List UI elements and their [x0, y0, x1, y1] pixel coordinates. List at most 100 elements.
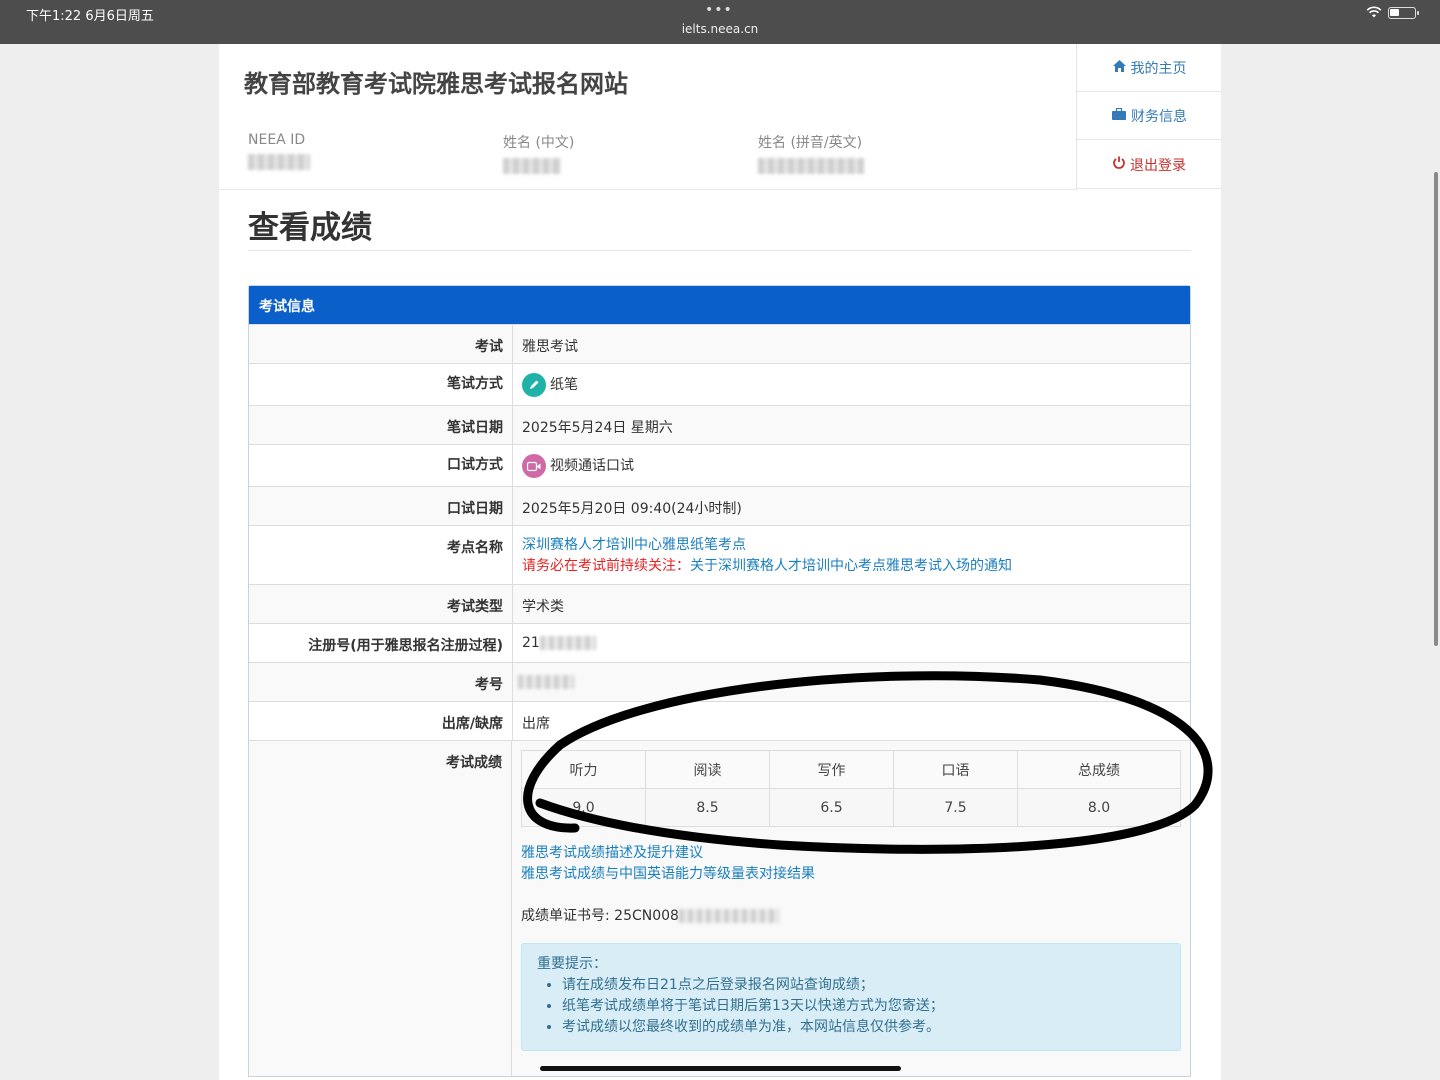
- neea-id-label: NEEA ID: [248, 132, 306, 148]
- address-bar[interactable]: ielts.neea.cn: [0, 22, 1440, 36]
- notice-item: 请在成绩发布日21点之后登录报名网站查询成绩；: [562, 975, 1165, 996]
- score-header-overall: 总成绩: [1017, 750, 1181, 789]
- trf-number: 成绩单证书号: 25CN008: [521, 905, 1181, 925]
- home-icon: [1112, 59, 1126, 76]
- score-value-row: 9.0 8.5 6.5 7.5 8.0: [521, 788, 1181, 827]
- score-header-listening: 听力: [521, 750, 646, 789]
- trf-label: 成绩单证书号: 25CN008: [521, 908, 679, 924]
- briefcase-icon: [1112, 107, 1126, 124]
- pencil-icon: [522, 373, 546, 397]
- row-label: 考点名称: [249, 526, 513, 584]
- row-label: 出席/缺席: [249, 702, 513, 740]
- row-label: 考试成绩: [249, 741, 512, 1076]
- notice-title: 重要提示：: [537, 956, 607, 972]
- center-notice-link[interactable]: 关于深圳赛格人才培训中心考点雅思考试入场的通知: [690, 558, 1012, 574]
- notice-list: 请在成绩发布日21点之后登录报名网站查询成绩； 纸笔考试成绩单将于笔试日期后第1…: [562, 975, 1165, 1038]
- row-speaking-date: 口试日期 2025年5月20日 09:40(24小时制): [249, 486, 1190, 525]
- candidate-no-redacted: [518, 675, 574, 689]
- name-en-value-redacted: [758, 158, 864, 174]
- row-value: 出席: [522, 716, 550, 732]
- score-header-row: 听力 阅读 写作 口语 总成绩: [521, 750, 1181, 789]
- row-value: 雅思考试: [522, 339, 578, 355]
- row-value: 21: [513, 624, 1190, 662]
- page-title: 查看成绩: [248, 210, 372, 246]
- trf-redacted: [678, 909, 779, 923]
- row-exam: 考试 雅思考试: [249, 324, 1190, 363]
- center-warning: 请务必在考试前持续关注：: [522, 558, 690, 574]
- important-notice: 重要提示： 请在成绩发布日21点之后登录报名网站查询成绩； 纸笔考试成绩单将于笔…: [521, 943, 1181, 1051]
- name-cn-label: 姓名 (中文): [503, 135, 575, 151]
- row-result: 考试成绩 听力 阅读 写作 口语 总成绩 9.0 8.5 6.5 7.5 8.0…: [249, 740, 1190, 1076]
- row-written-date: 笔试日期 2025年5月24日 星期六: [249, 405, 1190, 444]
- nav-finance[interactable]: 财务信息: [1077, 92, 1222, 140]
- row-value: 2025年5月24日 星期六: [522, 420, 673, 436]
- more-dots-icon[interactable]: •••: [705, 2, 733, 18]
- nav-finance-label: 财务信息: [1131, 108, 1187, 125]
- nav-home-label: 我的主页: [1130, 60, 1187, 77]
- notice-item: 纸笔考试成绩单将于笔试日期后第13天以快递方式为您寄送；: [562, 996, 1165, 1017]
- row-value: 深圳赛格人才培训中心雅思纸笔考点 请务必在考试前持续关注：关于深圳赛格人才培训中…: [513, 526, 1190, 584]
- written-mode-text: 纸笔: [550, 377, 578, 393]
- score-table: 听力 阅读 写作 口语 总成绩 9.0 8.5 6.5 7.5 8.0: [521, 750, 1181, 827]
- row-value: 听力 阅读 写作 口语 总成绩 9.0 8.5 6.5 7.5 8.0 雅思考试…: [512, 741, 1190, 1076]
- score-description-link[interactable]: 雅思考试成绩描述及提升建议: [521, 845, 703, 861]
- right-nav: 我的主页 财务信息 退出登录: [1076, 44, 1222, 190]
- row-label: 口试方式: [249, 445, 513, 486]
- scrollbar[interactable]: [1434, 172, 1438, 646]
- row-label: 考试: [249, 325, 513, 363]
- reg-no-prefix: 21: [522, 635, 540, 651]
- row-label: 口试日期: [249, 487, 513, 525]
- row-written-mode: 笔试方式 纸笔: [249, 363, 1190, 405]
- row-label: 注册号(用于雅思报名注册过程): [249, 624, 513, 662]
- neea-id-value-redacted: [248, 154, 310, 170]
- row-test-center: 考点名称 深圳赛格人才培训中心雅思纸笔考点 请务必在考试前持续关注：关于深圳赛格…: [249, 525, 1190, 584]
- nav-logout-label: 退出登录: [1130, 157, 1186, 174]
- name-cn-value-redacted: [503, 158, 561, 174]
- score-reading: 8.5: [645, 788, 770, 827]
- score-overall: 8.0: [1017, 788, 1181, 827]
- row-value: [513, 663, 1190, 701]
- notice-item: 考试成绩以您最终收到的成绩单为准，本网站信息仅供参考。: [562, 1017, 1165, 1038]
- home-indicator[interactable]: [540, 1066, 901, 1071]
- row-exam-type: 考试类型 学术类: [249, 584, 1190, 623]
- site-title[interactable]: 教育部教育考试院雅思考试报名网站: [244, 64, 628, 99]
- row-candidate-no: 考号: [249, 662, 1190, 701]
- cse-mapping-link[interactable]: 雅思考试成绩与中国英语能力等级量表对接结果: [521, 866, 815, 882]
- row-value: 2025年5月20日 09:40(24小时制): [522, 501, 742, 517]
- nav-logout[interactable]: 退出登录: [1077, 141, 1222, 189]
- name-en-block: 姓名 (拼音/英文): [758, 132, 864, 174]
- video-call-icon: [522, 454, 546, 478]
- status-bar: 下午1:22 6月6日周五 ••• ielts.neea.cn: [0, 0, 1440, 44]
- reg-no-redacted: [539, 636, 596, 650]
- power-icon: [1113, 156, 1125, 173]
- neea-id-block: NEEA ID: [248, 132, 310, 170]
- row-label: 考号: [249, 663, 513, 701]
- score-listening: 9.0: [521, 788, 646, 827]
- row-label: 考试类型: [249, 585, 513, 623]
- name-en-label: 姓名 (拼音/英文): [758, 135, 863, 151]
- row-value: 纸笔: [513, 364, 1190, 405]
- exam-info-panel: 考试信息 考试 雅思考试 笔试方式 纸笔 笔试日期 2025年5月24日 星期六…: [248, 285, 1191, 1077]
- row-value: 视频通话口试: [513, 445, 1190, 486]
- row-value: 学术类: [522, 599, 564, 615]
- nav-home[interactable]: 我的主页: [1077, 44, 1222, 92]
- speaking-mode-text: 视频通话口试: [550, 458, 634, 474]
- score-speaking: 7.5: [893, 788, 1018, 827]
- score-writing: 6.5: [769, 788, 894, 827]
- row-label: 笔试日期: [249, 406, 513, 444]
- row-registration-no: 注册号(用于雅思报名注册过程) 21: [249, 623, 1190, 662]
- divider: [248, 250, 1191, 251]
- score-header-speaking: 口语: [893, 750, 1018, 789]
- info-table: 考试 雅思考试 笔试方式 纸笔 笔试日期 2025年5月24日 星期六 口试方式: [249, 324, 1190, 1076]
- score-header-writing: 写作: [769, 750, 894, 789]
- score-header-reading: 阅读: [645, 750, 770, 789]
- name-cn-block: 姓名 (中文): [503, 132, 574, 174]
- wifi-icon: [1366, 6, 1382, 18]
- site-header: 教育部教育考试院雅思考试报名网站 NEEA ID 姓名 (中文) 姓名 (拼音/…: [219, 44, 1076, 190]
- row-attendance: 出席/缺席 出席: [249, 701, 1190, 740]
- panel-title: 考试信息: [249, 286, 1190, 324]
- test-center-link[interactable]: 深圳赛格人才培训中心雅思纸笔考点: [522, 537, 746, 553]
- page: 教育部教育考试院雅思考试报名网站 NEEA ID 姓名 (中文) 姓名 (拼音/…: [219, 44, 1222, 1080]
- battery-icon: [1388, 7, 1419, 19]
- row-speaking-mode: 口试方式 视频通话口试: [249, 444, 1190, 486]
